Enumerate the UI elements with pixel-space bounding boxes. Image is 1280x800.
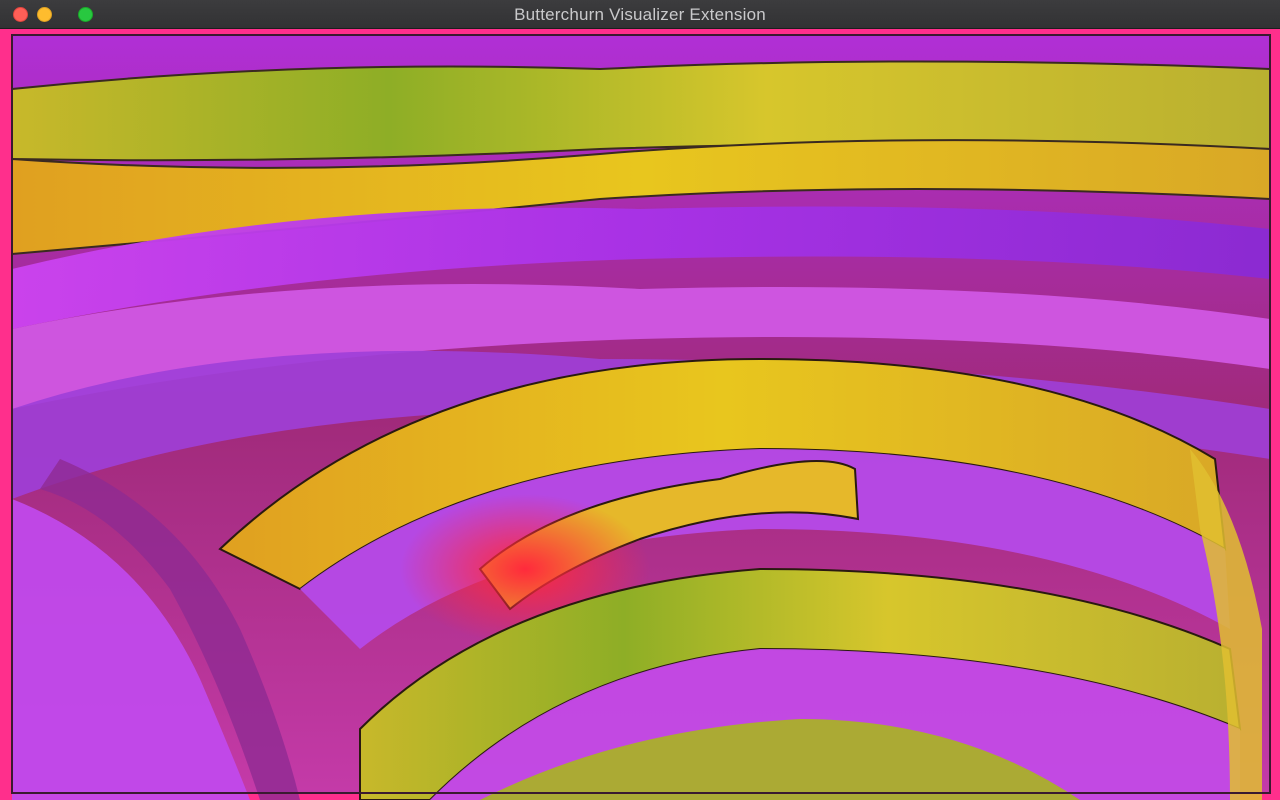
visualizer-canvas[interactable] <box>0 29 1280 800</box>
visualizer-graphic <box>0 29 1280 800</box>
title-bar[interactable]: Butterchurn Visualizer Extension <box>0 0 1280 29</box>
window-title: Butterchurn Visualizer Extension <box>514 5 766 24</box>
app-window: Butterchurn Visualizer Extension <box>0 0 1280 800</box>
